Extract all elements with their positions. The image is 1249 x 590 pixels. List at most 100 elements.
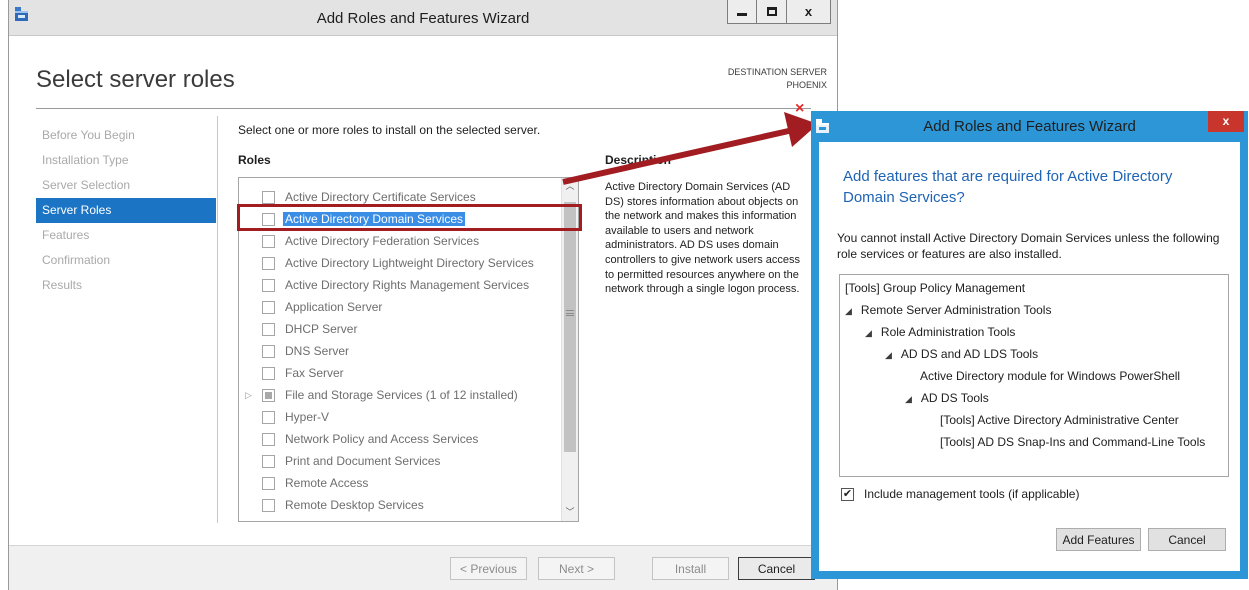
add-features-button[interactable]: Add Features (1056, 528, 1141, 551)
previous-button[interactable]: < Previous (450, 557, 527, 580)
role-item[interactable]: Network Policy and Access Services (239, 428, 561, 450)
role-item[interactable]: DHCP Server (239, 318, 561, 340)
dialog-cancel-button[interactable]: Cancel (1148, 528, 1226, 551)
role-checkbox[interactable] (262, 454, 275, 468)
role-item[interactable]: Remote Desktop Services (239, 494, 561, 516)
dialog-body: Add features that are required for Activ… (819, 142, 1240, 571)
cancel-button[interactable]: Cancel (738, 557, 815, 580)
scroll-thumb[interactable] (564, 202, 576, 452)
close-icon: x (804, 4, 813, 19)
role-label: Network Policy and Access Services (285, 432, 479, 446)
minimize-icon (737, 13, 747, 16)
role-checkbox[interactable] (262, 234, 275, 248)
scroll-grip-icon (566, 310, 574, 316)
collapse-icon[interactable]: ◢ (885, 350, 892, 360)
role-label: DHCP Server (285, 322, 358, 336)
role-checkbox[interactable] (262, 278, 275, 292)
tree-item[interactable]: ◢ Remote Server Administration Tools (845, 299, 1051, 321)
wizard-window: Add Roles and Features Wizard x Select s… (8, 0, 838, 590)
heading-divider (36, 108, 811, 109)
collapse-icon[interactable]: ◢ (865, 328, 872, 338)
tree-item[interactable]: Active Directory module for Windows Powe… (920, 365, 1180, 387)
role-item[interactable]: Print and Document Services (239, 450, 561, 472)
role-label: Active Directory Federation Services (285, 234, 480, 248)
scroll-up-icon[interactable]: ︿ (562, 178, 578, 195)
destination-server: DESTINATION SERVER PHOENIX (728, 66, 827, 92)
collapse-icon[interactable]: ◢ (845, 306, 852, 316)
include-tools-checkbox[interactable]: ✔ Include management tools (if applicabl… (841, 487, 1079, 501)
role-item[interactable]: Active Directory Lightweight Directory S… (239, 252, 561, 274)
tree-item[interactable]: [Tools] Group Policy Management (845, 277, 1025, 299)
dialog-title-bar[interactable]: Add Roles and Features Wizard x (811, 111, 1248, 141)
nav-item[interactable]: Installation Type (36, 148, 216, 173)
role-checkbox[interactable] (262, 300, 275, 314)
role-checkbox[interactable] (262, 432, 275, 446)
tree-item[interactable]: [Tools] Active Directory Administrative … (940, 409, 1179, 431)
nav-item[interactable]: Features (36, 223, 216, 248)
role-checkbox[interactable] (262, 190, 275, 204)
role-label: Print and Document Services (285, 454, 441, 468)
tree-item[interactable]: ◢ AD DS and AD LDS Tools (885, 343, 1038, 365)
highlight-annotation (237, 204, 582, 231)
role-item[interactable]: Active Directory Rights Management Servi… (239, 274, 561, 296)
tree-item[interactable]: ◢ AD DS Tools (905, 387, 989, 409)
install-button[interactable]: Install (652, 557, 729, 580)
description-header: Description (605, 153, 672, 167)
role-item[interactable]: Hyper-V (239, 406, 561, 428)
nav-item[interactable]: Before You Begin (36, 123, 216, 148)
page-title: Select server roles (36, 66, 235, 93)
role-checkbox[interactable] (262, 322, 275, 336)
scroll-down-icon[interactable]: ﹀ (562, 504, 578, 521)
maximize-icon (766, 7, 777, 16)
dialog-close-button[interactable]: x (1208, 111, 1244, 132)
tree-item[interactable]: ◢ Role Administration Tools (865, 321, 1015, 343)
nav-item[interactable]: Results (36, 273, 216, 298)
instruction-text: Select one or more roles to install on t… (238, 123, 541, 137)
role-item[interactable]: ▷ File and Storage Services (1 of 12 inst… (239, 384, 561, 406)
role-label: Active Directory Lightweight Directory S… (285, 256, 534, 270)
role-checkbox[interactable] (262, 344, 275, 358)
role-label: Active Directory Rights Management Servi… (285, 278, 530, 292)
wizard-footer: < Previous Next > Install Cancel (9, 546, 837, 590)
dialog-heading: Add features that are required for Activ… (843, 168, 1173, 206)
role-label: DNS Server (285, 344, 350, 358)
description-text: Active Directory Domain Services (AD DS)… (605, 181, 801, 296)
next-button[interactable]: Next > (538, 557, 615, 580)
include-tools-label: Include management tools (if applicable) (864, 487, 1080, 501)
window-controls: x (727, 0, 831, 24)
role-item[interactable]: Application Server (239, 296, 561, 318)
expand-icon[interactable]: ▷ (245, 390, 252, 401)
role-item[interactable]: Active Directory Federation Services (239, 230, 561, 252)
role-label: Fax Server (285, 366, 344, 380)
tree-item[interactable]: [Tools] AD DS Snap-Ins and Command-Line … (940, 431, 1205, 453)
role-checkbox[interactable] (262, 476, 275, 490)
role-checkbox[interactable] (262, 256, 275, 270)
dialog-title: Add Roles and Features Wizard (923, 118, 1136, 135)
red-x-marker-icon: × (795, 100, 805, 117)
role-checkbox[interactable] (262, 498, 275, 512)
role-item[interactable]: Fax Server (239, 362, 561, 384)
nav-item[interactable]: Server Selection (36, 173, 216, 198)
collapse-icon[interactable]: ◢ (905, 394, 912, 404)
checkbox-checked-icon[interactable]: ✔ (841, 487, 854, 501)
role-checkbox[interactable] (262, 410, 275, 424)
close-button[interactable]: x (787, 0, 831, 24)
add-features-dialog: Add Roles and Features Wizard x Add feat… (811, 111, 1248, 579)
role-label: File and Storage Services (1 of 12 insta… (285, 388, 518, 402)
maximize-button[interactable] (757, 0, 787, 24)
nav-item[interactable]: Confirmation (36, 248, 216, 273)
title-bar[interactable]: Add Roles and Features Wizard x (9, 0, 837, 36)
role-label: Hyper-V (285, 410, 330, 424)
role-label: Remote Desktop Services (285, 498, 424, 512)
wizard-nav: Before You Begin Installation Type Server … (36, 123, 216, 298)
tree-item-label: Role Administration Tools (880, 325, 1016, 339)
nav-item[interactable]: Server Roles (36, 198, 216, 223)
window-title: Add Roles and Features Wizard (316, 10, 530, 27)
tree-item-label: [Tools] AD DS Snap-Ins and Command-Line … (940, 435, 1206, 449)
role-item[interactable]: DNS Server (239, 340, 561, 362)
required-features-tree[interactable]: [Tools] Group Policy Management ◢ Remote S… (839, 274, 1229, 477)
role-checkbox[interactable] (262, 366, 275, 380)
role-checkbox[interactable] (262, 388, 275, 402)
role-item[interactable]: Remote Access (239, 472, 561, 494)
minimize-button[interactable] (727, 0, 757, 24)
